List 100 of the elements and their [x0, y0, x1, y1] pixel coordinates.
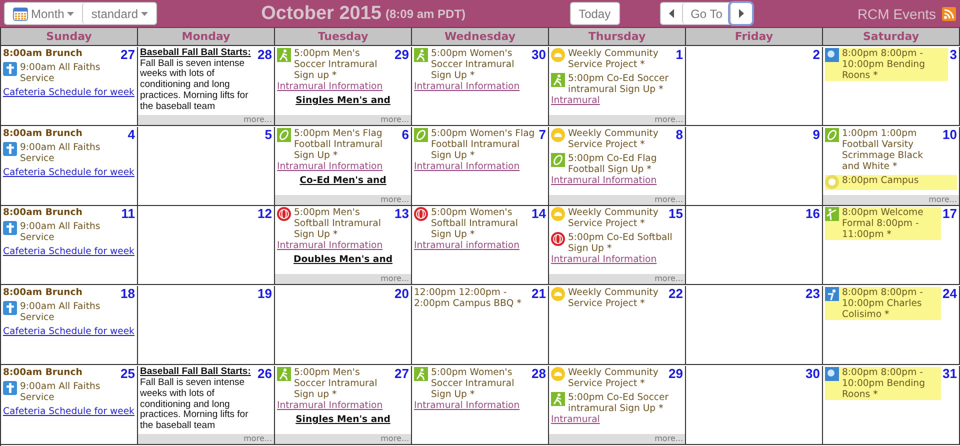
- event-heading: Singles Men's and: [294, 94, 392, 106]
- cross-icon: [3, 221, 17, 236]
- ball-icon: [551, 232, 565, 246]
- cafeteria-link[interactable]: Cafeteria Schedule for week: [3, 246, 134, 258]
- event-heading: Doubles Men's and: [292, 254, 394, 266]
- cafeteria-link[interactable]: Cafeteria Schedule for week: [3, 326, 134, 338]
- info-link[interactable]: Intramural Information: [277, 240, 383, 252]
- event-text[interactable]: 1:00pm 1:00pm Football Varsity Scrimmage Black and White *: [842, 128, 941, 172]
- month-title: October 2015: [261, 2, 382, 24]
- date-number[interactable]: 30: [532, 48, 546, 61]
- date-number[interactable]: 28: [532, 367, 546, 380]
- event-text[interactable]: Weekly Community Service Project *: [568, 128, 674, 150]
- cross-icon: [3, 381, 17, 396]
- date-number[interactable]: 18: [120, 287, 135, 300]
- event-text[interactable]: Weekly Community Service Project *: [568, 48, 674, 70]
- event-text[interactable]: 5:00pm Women's Softball Intramural Sign Up *: [431, 207, 530, 240]
- info-link[interactable]: Intramural Information: [551, 174, 657, 186]
- date-number[interactable]: 29: [394, 48, 409, 61]
- runner-icon: [551, 392, 565, 406]
- date-number[interactable]: 12: [258, 207, 272, 220]
- info-link[interactable]: Intramural Information: [277, 160, 383, 172]
- event-text[interactable]: 5:00pm Women's Soccer Intramural Sign Up *: [431, 367, 530, 400]
- event-text[interactable]: Weekly Community Service Project *: [568, 367, 667, 390]
- info-link[interactable]: Intramural Information: [551, 254, 657, 266]
- date-number[interactable]: 31: [942, 367, 957, 380]
- event-text[interactable]: 8:00pm Campus: [842, 174, 957, 186]
- cafeteria-link[interactable]: Cafeteria Schedule for week: [3, 406, 134, 418]
- event-text[interactable]: 9:00am All Faiths Service: [20, 221, 135, 244]
- event-text[interactable]: 8:00pm 8:00pm - 10:00pm Bending Roons *: [842, 367, 941, 400]
- date-number[interactable]: 22: [668, 287, 683, 300]
- date-number[interactable]: 13: [394, 207, 409, 220]
- event-text[interactable]: 9:00am All Faiths Service: [20, 62, 135, 84]
- event-text[interactable]: 5:00pm Co-Ed Softball Sign Up *: [568, 232, 683, 254]
- date-number[interactable]: 29: [668, 367, 683, 380]
- date-number[interactable]: 20: [394, 287, 409, 300]
- weekday-header: Sunday: [1, 28, 138, 46]
- event-text[interactable]: 5:00pm Women's Soccer Intramural Sign Up *: [431, 48, 530, 81]
- date-number[interactable]: 16: [806, 207, 820, 220]
- info-link[interactable]: Intramural: [551, 414, 600, 426]
- date-number[interactable]: 1: [676, 48, 683, 61]
- date-number[interactable]: 25: [120, 367, 135, 380]
- date-number[interactable]: 17: [942, 207, 957, 220]
- date-number[interactable]: 10: [942, 128, 957, 141]
- date-number[interactable]: 7: [538, 128, 546, 141]
- event-text[interactable]: 8:00pm Welcome Formal 8:00pm - 11:00pm *: [842, 207, 941, 240]
- date-number[interactable]: 27: [120, 48, 135, 61]
- date-number[interactable]: 11: [121, 207, 135, 220]
- event-text[interactable]: Weekly Community Service Project *: [568, 287, 667, 310]
- date-number[interactable]: 6: [402, 128, 409, 141]
- event-text[interactable]: 12:00pm 12:00pm - 2:00pm Campus BBQ *: [414, 287, 530, 310]
- date-number[interactable]: 28: [258, 48, 272, 61]
- event-text[interactable]: 5:00pm Women's Flag Football Intramural Sign Up *: [431, 128, 537, 161]
- info-link[interactable]: Intramural Information: [414, 80, 520, 92]
- info-link[interactable]: Intramural Information: [277, 80, 383, 92]
- cafeteria-link[interactable]: Cafeteria Schedule for week: [3, 86, 134, 98]
- event-title: 8:00am Brunch: [3, 207, 84, 218]
- event-text[interactable]: 5:00pm Men's Soccer Intramural Sign up *: [294, 48, 393, 81]
- event-text[interactable]: 5:00pm Co-Ed Soccer intramural Sign Up *: [568, 72, 683, 95]
- event-text[interactable]: 5:00pm Men's Soccer Intramural Sign up *: [294, 367, 393, 400]
- info-link[interactable]: Intramural Information: [414, 400, 520, 412]
- runner-icon: [551, 72, 565, 87]
- info-link[interactable]: Intramural information: [414, 240, 520, 252]
- info-link[interactable]: Intramural Information: [277, 400, 383, 412]
- weekday-header: Tuesday: [275, 28, 412, 46]
- info-link[interactable]: Intramural Information: [414, 160, 520, 172]
- info-link[interactable]: Intramural: [551, 94, 600, 106]
- face-icon: [825, 174, 839, 189]
- cafeteria-link[interactable]: Cafeteria Schedule for week: [3, 166, 134, 178]
- date-number[interactable]: 24: [942, 287, 957, 300]
- date-number[interactable]: 15: [668, 207, 683, 220]
- date-number[interactable]: 4: [128, 128, 135, 141]
- event-text[interactable]: 5:00pm Men's Flag Football Intramural Sign Up *: [294, 128, 400, 161]
- event-text[interactable]: 5:00pm Men's Softball Intramural Sign Up *: [294, 207, 393, 240]
- next-button[interactable]: [730, 3, 752, 24]
- date-number[interactable]: 19: [258, 287, 272, 300]
- person-icon: [825, 287, 839, 302]
- event-text[interactable]: 8:00pm 8:00pm - 10:00pm Bending Roons *: [842, 48, 948, 81]
- date-number[interactable]: 27: [394, 367, 409, 380]
- date-number[interactable]: 9: [812, 128, 820, 141]
- date-number[interactable]: 26: [258, 367, 272, 380]
- rss-icon[interactable]: [942, 6, 956, 20]
- sun-icon: [551, 367, 565, 382]
- event-text[interactable]: 9:00am All Faiths Service: [20, 381, 135, 404]
- date-number[interactable]: 8: [676, 128, 683, 141]
- event-text[interactable]: 5:00pm Co-Ed Soccer intramural Sign Up *: [568, 392, 683, 414]
- event-text[interactable]: Weekly Community Service Project *: [568, 207, 667, 230]
- event-text[interactable]: 5:00pm Co-Ed Flag Football Sign Up *: [568, 152, 683, 175]
- event-text[interactable]: 8:00pm 8:00pm - 10:00pm Charles Colisimo *: [842, 287, 941, 320]
- caret-icon: [67, 12, 74, 16]
- event-title: 8:00am Brunch: [3, 287, 84, 298]
- event-text[interactable]: 9:00am All Faiths Service: [20, 142, 135, 164]
- date-number[interactable]: 23: [806, 287, 820, 300]
- date-number[interactable]: 2: [812, 48, 820, 61]
- date-number[interactable]: 21: [532, 287, 546, 300]
- date-number[interactable]: 14: [532, 207, 546, 220]
- sun-icon: [551, 48, 565, 62]
- date-number[interactable]: 5: [264, 128, 272, 141]
- date-number[interactable]: 3: [950, 48, 957, 61]
- date-number[interactable]: 30: [806, 367, 820, 380]
- event-text[interactable]: 9:00am All Faiths Service: [20, 301, 135, 324]
